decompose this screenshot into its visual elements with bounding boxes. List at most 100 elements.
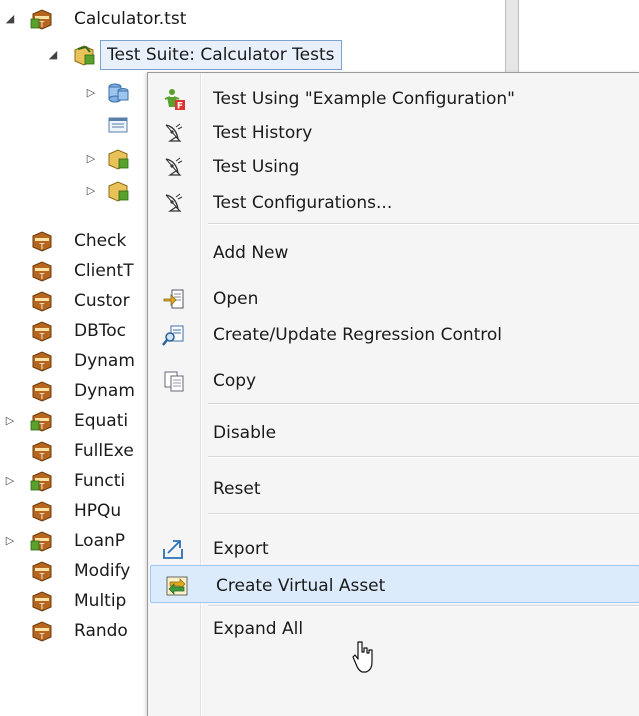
menu-item-label: Test Configurations... — [213, 193, 393, 213]
svg-text:T: T — [39, 422, 45, 431]
svg-text:F: F — [177, 102, 183, 112]
menu-separator — [208, 605, 639, 607]
test-file-icon: T — [30, 259, 54, 283]
collapse-arrow-icon[interactable]: ◢ — [46, 40, 60, 70]
test-file-icon: T — [30, 349, 54, 373]
pane-splitter[interactable] — [505, 0, 519, 72]
tree-item[interactable]: T DBToc — [0, 316, 147, 346]
tree-item-label: Dynam — [74, 381, 135, 401]
menu-item-disable[interactable]: Disable — [148, 413, 639, 453]
satellite-dish-icon — [162, 121, 186, 145]
tree-item[interactable]: T FullExe — [0, 436, 147, 466]
svg-text:T: T — [39, 542, 45, 551]
test-file-icon: T — [30, 469, 54, 493]
test-file-icon: T — [30, 289, 54, 313]
test-suite-icon — [106, 147, 130, 171]
test-file-icon: T — [30, 319, 54, 343]
svg-text:T: T — [39, 632, 45, 641]
menu-item-open[interactable]: Open — [148, 279, 639, 319]
tree-item[interactable]: ▷ T Equati — [0, 406, 147, 436]
menu-item-label: Test Using — [213, 157, 300, 177]
tree-item-label: Rando — [74, 621, 128, 641]
test-file-icon: T — [30, 229, 54, 253]
menu-item-label: Reset — [213, 479, 261, 499]
menu-separator — [208, 403, 639, 405]
tree-item[interactable]: T HPQu — [0, 496, 147, 526]
expand-arrow-icon[interactable]: ▷ — [84, 78, 98, 108]
tree-child-row[interactable]: ▷ — [0, 144, 147, 174]
tree-item-label: Modify — [74, 561, 131, 581]
tree-item[interactable]: T Dynam — [0, 376, 147, 406]
open-icon — [162, 287, 186, 311]
test-file-icon: T — [30, 529, 54, 553]
tree-item-label: Equati — [74, 411, 129, 431]
test-suite-icon — [72, 43, 96, 67]
menu-item-label: Disable — [213, 423, 277, 443]
menu-item-reset[interactable]: Reset — [148, 469, 639, 509]
expand-arrow-icon[interactable]: ▷ — [3, 406, 17, 436]
expand-arrow-icon[interactable]: ▷ — [3, 526, 17, 556]
svg-text:T: T — [39, 242, 45, 251]
expand-arrow-icon[interactable]: ▷ — [3, 466, 17, 496]
virtual-asset-icon — [165, 574, 189, 598]
tree-item-label: HPQu — [74, 501, 122, 521]
tree-item[interactable]: T Custor — [0, 286, 147, 316]
tree-item-label: Dynam — [74, 351, 135, 371]
menu-item-copy[interactable]: Copy — [148, 361, 639, 401]
svg-text:T: T — [39, 512, 45, 521]
tree-item-label: DBToc — [74, 321, 126, 341]
menu-separator — [208, 456, 639, 458]
menu-item-label: Open — [213, 289, 259, 309]
regression-control-icon — [162, 323, 186, 347]
tree-child-row[interactable]: ▷ — [0, 78, 147, 108]
menu-item-label: Add New — [213, 243, 289, 263]
tree-item[interactable]: T Rando — [0, 616, 147, 646]
menu-separator — [208, 513, 639, 515]
menu-item-label: Create/Update Regression Control — [213, 325, 503, 345]
tree-item-label: Functi — [74, 471, 126, 491]
tree-root-row[interactable]: ◢ T Calculator.tst — [0, 4, 500, 34]
svg-text:T: T — [39, 572, 45, 581]
tree-item[interactable]: T Check — [0, 226, 147, 256]
copy-icon — [162, 369, 186, 393]
tree-root-label: Calculator.tst — [74, 9, 187, 29]
menu-item-label: Expand All — [213, 619, 304, 639]
tree-item[interactable]: T Multip — [0, 586, 147, 616]
expand-arrow-icon[interactable]: ▷ — [84, 144, 98, 174]
data-source-icon — [106, 81, 130, 105]
menu-item-add-new[interactable]: Add New — [148, 233, 639, 273]
menu-item-create-update-regression-control[interactable]: Create/Update Regression Control — [148, 315, 639, 355]
export-icon — [162, 537, 186, 561]
tree-suite-row[interactable]: ◢ Test Suite: Calculator Tests — [0, 40, 500, 70]
menu-item-create-virtual-asset[interactable]: Create Virtual Asset — [150, 565, 639, 603]
svg-text:T: T — [39, 482, 45, 491]
tree-item-label: ClientT — [74, 261, 134, 281]
menu-item-export[interactable]: Export — [148, 529, 639, 569]
tree-item[interactable]: T Dynam — [0, 346, 147, 376]
menu-item-test-configurations[interactable]: Test Configurations... — [148, 183, 639, 223]
tree-child-row[interactable] — [0, 110, 147, 140]
svg-text:T: T — [39, 332, 45, 341]
menu-item-test-using[interactable]: Test Using — [148, 147, 639, 187]
tree-item[interactable]: ▷ T LoanP — [0, 526, 147, 556]
svg-text:T: T — [39, 272, 45, 281]
tree-item[interactable]: T ClientT — [0, 256, 147, 286]
svg-text:T: T — [39, 362, 45, 371]
context-menu: F Test Using "Example Configuration" Test … — [147, 72, 639, 716]
tree-item-label: FullExe — [74, 441, 134, 461]
test-file-icon: T — [30, 409, 54, 433]
svg-text:T: T — [39, 452, 45, 461]
menu-item-label: Copy — [213, 371, 257, 391]
tree-item[interactable]: T Modify — [0, 556, 147, 586]
expand-arrow-icon[interactable]: ▷ — [84, 176, 98, 206]
svg-text:T: T — [39, 20, 45, 29]
menu-item-expand-all[interactable]: Expand All — [148, 609, 639, 649]
test-config-icon: F — [162, 87, 186, 112]
tree-item-label: LoanP — [74, 531, 126, 551]
tree-item[interactable]: ▷ T Functi — [0, 466, 147, 496]
test-file-icon: T — [30, 559, 54, 583]
test-file-icon: T — [30, 499, 54, 523]
tree-item-label: Multip — [74, 591, 127, 611]
tree-child-row[interactable]: ▷ — [0, 176, 147, 206]
collapse-arrow-icon[interactable]: ◢ — [3, 4, 17, 34]
